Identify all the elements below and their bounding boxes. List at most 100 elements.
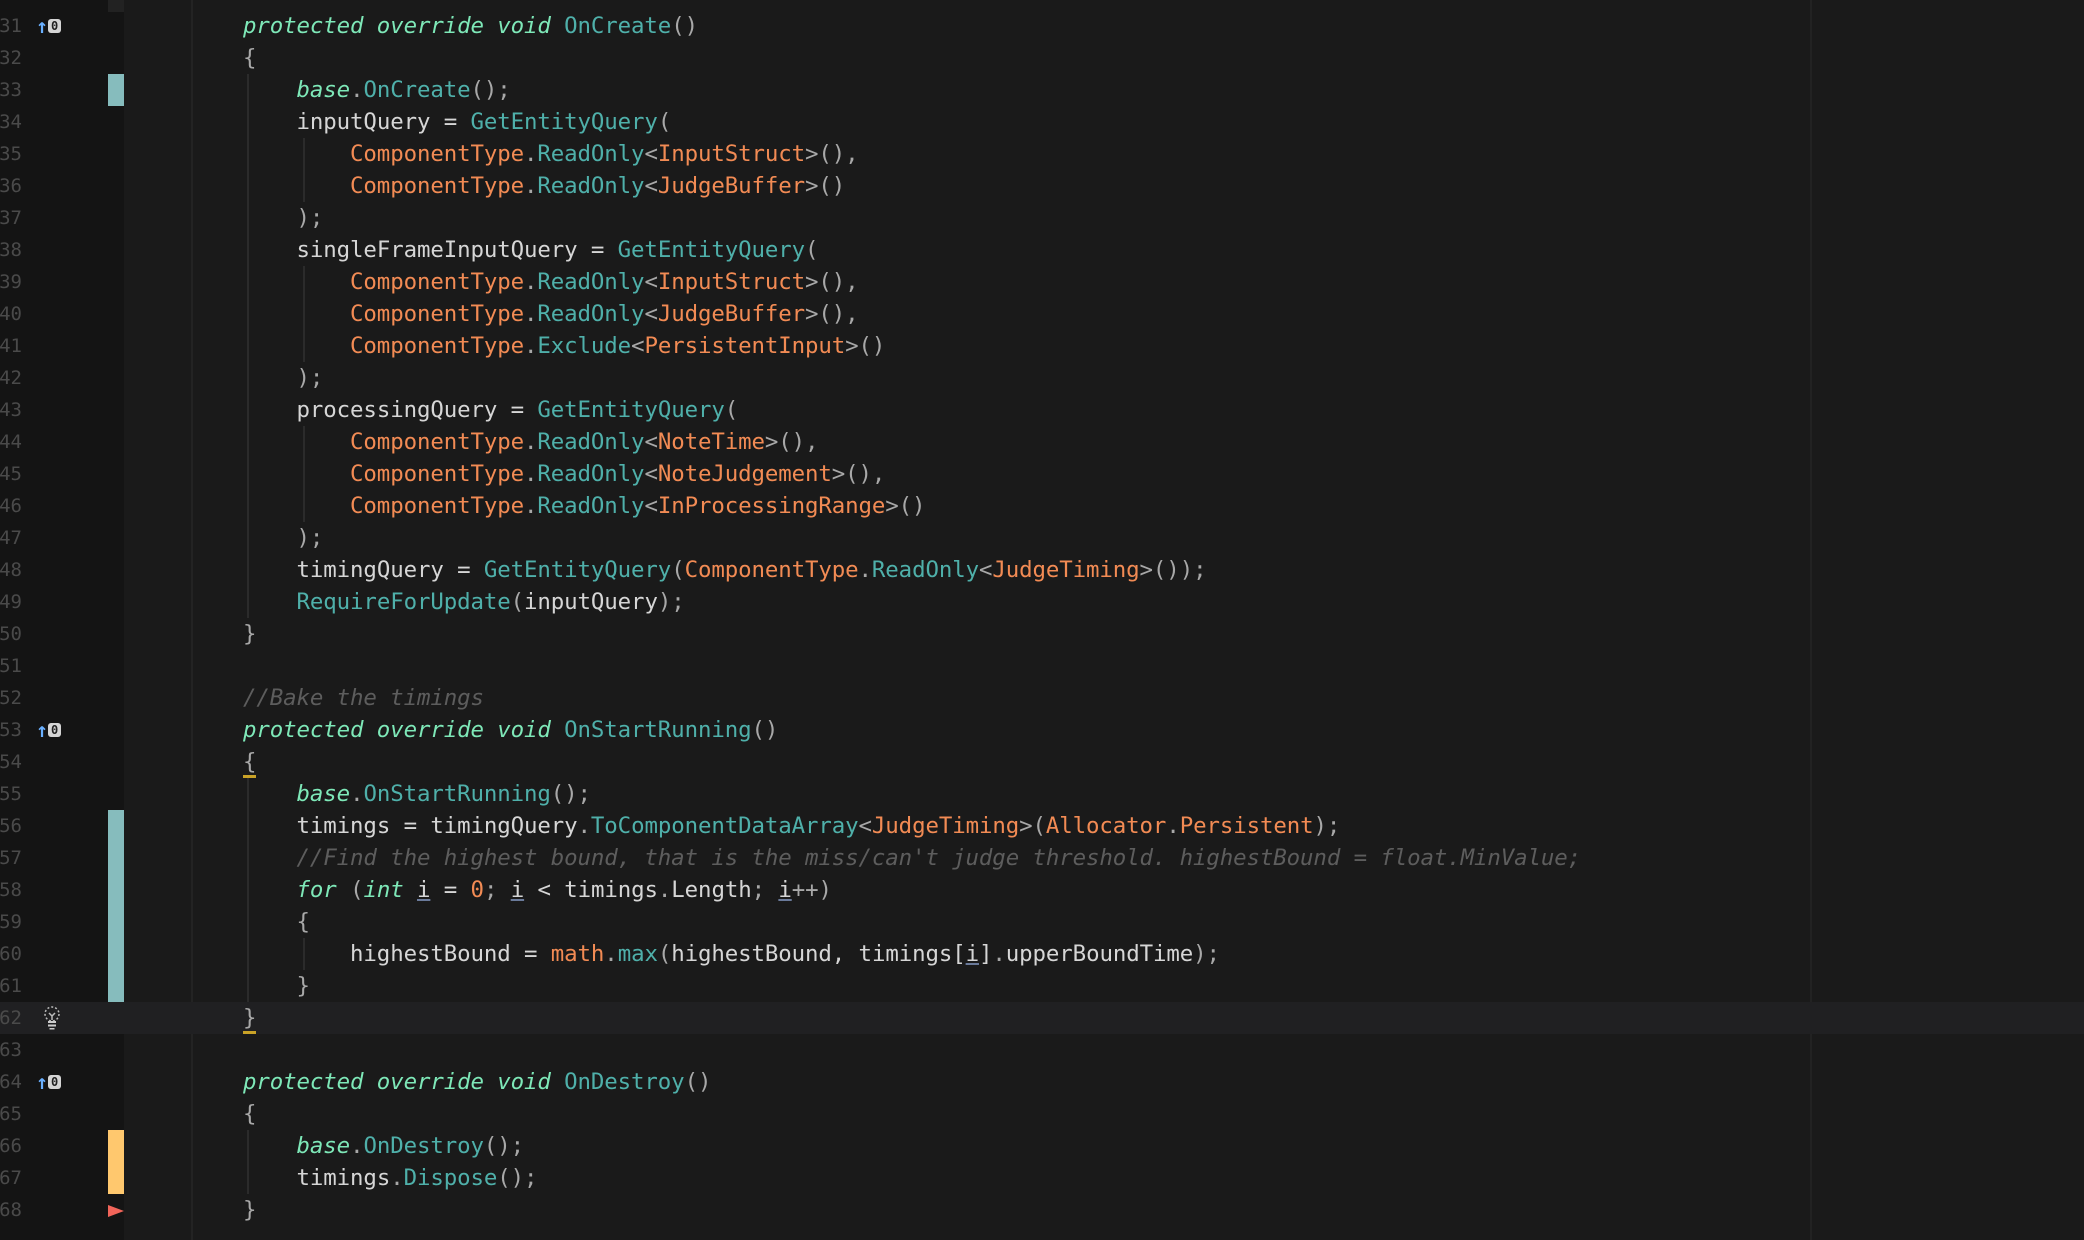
override-gutter-icon[interactable]: ↑ 0 <box>36 16 62 36</box>
code-token: ComponentType <box>350 141 524 167</box>
code-line[interactable]: 139 ComponentType.ReadOnly<InputStruct>(… <box>0 266 2084 298</box>
code-line[interactable]: 144 ComponentType.ReadOnly<NoteTime>(), <box>0 426 2084 458</box>
override-count-badge: 0 <box>48 1075 62 1089</box>
code-line[interactable]: 137 ); <box>0 202 2084 234</box>
code-token: inputQuery = <box>296 109 471 135</box>
code-line[interactable]: 145 ComponentType.ReadOnly<NoteJudgement… <box>0 458 2084 490</box>
vcs-modified-marker[interactable] <box>108 938 124 970</box>
code-line[interactable]: 163 <box>0 1034 2084 1066</box>
line-number: 132 <box>0 47 22 69</box>
code-text: inputQuery = GetEntityQuery( <box>243 106 672 138</box>
line-number: 159 <box>0 911 22 933</box>
code-token: ReadOnly <box>537 429 645 455</box>
line-number: 150 <box>0 623 22 645</box>
code-line[interactable]: 167 timings.Dispose(); <box>0 1162 2084 1194</box>
code-line[interactable]: 156 timings = timingQuery.ToComponentDat… <box>0 810 2084 842</box>
code-text: ComponentType.ReadOnly<NoteJudgement>(), <box>243 458 885 490</box>
code-line[interactable]: 158 for (int i = 0; i < timings.Length; … <box>0 874 2084 906</box>
code-text: ComponentType.ReadOnly<NoteTime>(), <box>243 426 818 458</box>
code-line[interactable]: 160 highestBound = math.max(highestBound… <box>0 938 2084 970</box>
vcs-added-marker[interactable] <box>108 1130 124 1162</box>
code-token: JudgeTiming <box>992 557 1140 583</box>
code-line[interactable]: 132 { <box>0 42 2084 74</box>
code-line[interactable]: 149 RequireForUpdate(inputQuery); <box>0 586 2084 618</box>
code-token: ReadOnly <box>537 269 645 295</box>
code-text: { <box>243 1098 256 1130</box>
code-token: math <box>550 941 605 967</box>
code-token: ComponentType <box>350 333 524 359</box>
code-line[interactable]: 148 timingQuery = GetEntityQuery(Compone… <box>0 554 2084 586</box>
code-token: NoteTime <box>657 429 765 455</box>
code-line[interactable]: 165 { <box>0 1098 2084 1130</box>
code-line[interactable]: 136 ComponentType.ReadOnly<JudgeBuffer>(… <box>0 170 2084 202</box>
code-line[interactable]: 157 //Find the highest bound, that is th… <box>0 842 2084 874</box>
code-line[interactable]: 140 ComponentType.ReadOnly<JudgeBuffer>(… <box>0 298 2084 330</box>
code-line[interactable]: 135 ComponentType.ReadOnly<InputStruct>(… <box>0 138 2084 170</box>
code-text: } <box>243 970 310 1002</box>
code-token: base <box>296 77 351 103</box>
code-line[interactable]: 133 base.OnCreate(); <box>0 74 2084 106</box>
override-gutter-icon[interactable]: ↑ 0 <box>36 720 62 740</box>
code-token: ReadOnly <box>537 493 645 519</box>
code-text: //Find the highest bound, that is the mi… <box>243 842 1582 874</box>
code-token: GetEntityQuery <box>483 557 672 583</box>
code-line[interactable]: 164 ↑0 protected override void OnDestroy() <box>0 1066 2084 1098</box>
code-line[interactable]: 151 <box>0 650 2084 682</box>
code-line[interactable]: 131 ↑0 protected override void OnCreate() <box>0 10 2084 42</box>
vcs-modified-marker[interactable] <box>108 970 124 1002</box>
vcs-modified-marker[interactable] <box>108 906 124 938</box>
code-token: . <box>524 493 538 519</box>
override-gutter-icon[interactable]: ↑ 0 <box>36 1072 62 1092</box>
code-token: (); <box>497 1165 538 1191</box>
vcs-deleted-marker-icon[interactable] <box>108 1205 124 1217</box>
code-token: ( <box>336 877 364 903</box>
code-token: < <box>644 173 658 199</box>
code-token: { <box>296 909 310 935</box>
line-number: 147 <box>0 527 22 549</box>
vcs-modified-marker[interactable] <box>108 810 124 842</box>
code-line[interactable]: 150} <box>0 618 2084 650</box>
line-number: 141 <box>0 335 22 357</box>
code-line[interactable]: 143 processingQuery = GetEntityQuery( <box>0 394 2084 426</box>
vcs-modified-marker[interactable] <box>108 74 124 106</box>
code-token: ( <box>657 941 672 967</box>
code-line[interactable]: 161 } <box>0 970 2084 1002</box>
code-line[interactable]: 142 ); <box>0 362 2084 394</box>
code-line[interactable]: 138 singleFrameInputQuery = GetEntityQue… <box>0 234 2084 266</box>
code-token: PersistentInput <box>644 333 846 359</box>
code-text: for (int i = 0; i < timings.Length; i++) <box>243 874 832 906</box>
code-token: Allocator <box>1045 813 1167 839</box>
code-line[interactable]: 147 ); <box>0 522 2084 554</box>
code-token: >() <box>885 493 926 519</box>
line-number: 133 <box>0 79 22 101</box>
override-count-badge: 0 <box>48 723 62 737</box>
vcs-modified-marker[interactable] <box>108 874 124 906</box>
code-token: } <box>243 1005 256 1034</box>
code-text: ); <box>243 362 324 394</box>
code-line[interactable]: 154 { <box>0 746 2084 778</box>
code-line[interactable]: 153 ↑0 protected override void OnStartRunn… <box>0 714 2084 746</box>
code-line[interactable]: 155 base.OnStartRunning(); <box>0 778 2084 810</box>
code-line[interactable]: 141 ComponentType.Exclude<PersistentInpu… <box>0 330 2084 362</box>
code-token: = <box>430 877 471 903</box>
lightbulb-icon[interactable] <box>42 1005 62 1031</box>
code-line[interactable]: 168} <box>0 1194 2084 1226</box>
code-line[interactable]: 162} <box>0 1002 2084 1034</box>
code-token: { <box>243 45 257 71</box>
vcs-added-marker[interactable] <box>108 1162 124 1194</box>
vcs-modified-marker[interactable] <box>108 842 124 874</box>
code-line[interactable]: 134 inputQuery = GetEntityQuery( <box>0 106 2084 138</box>
code-line[interactable]: 152 //Bake the timings <box>0 682 2084 714</box>
code-line[interactable]: 159 { <box>0 906 2084 938</box>
code-token: highestBound = <box>350 941 551 967</box>
code-editor[interactable]: 131↑0protected override void OnCreate()1… <box>0 10 2084 1226</box>
code-line[interactable]: 166 base.OnDestroy(); <box>0 1130 2084 1162</box>
code-token: . <box>524 429 538 455</box>
code-token: //Find the highest bound, that is the mi… <box>296 845 1582 871</box>
code-line[interactable]: 146 ComponentType.ReadOnly<InProcessingR… <box>0 490 2084 522</box>
